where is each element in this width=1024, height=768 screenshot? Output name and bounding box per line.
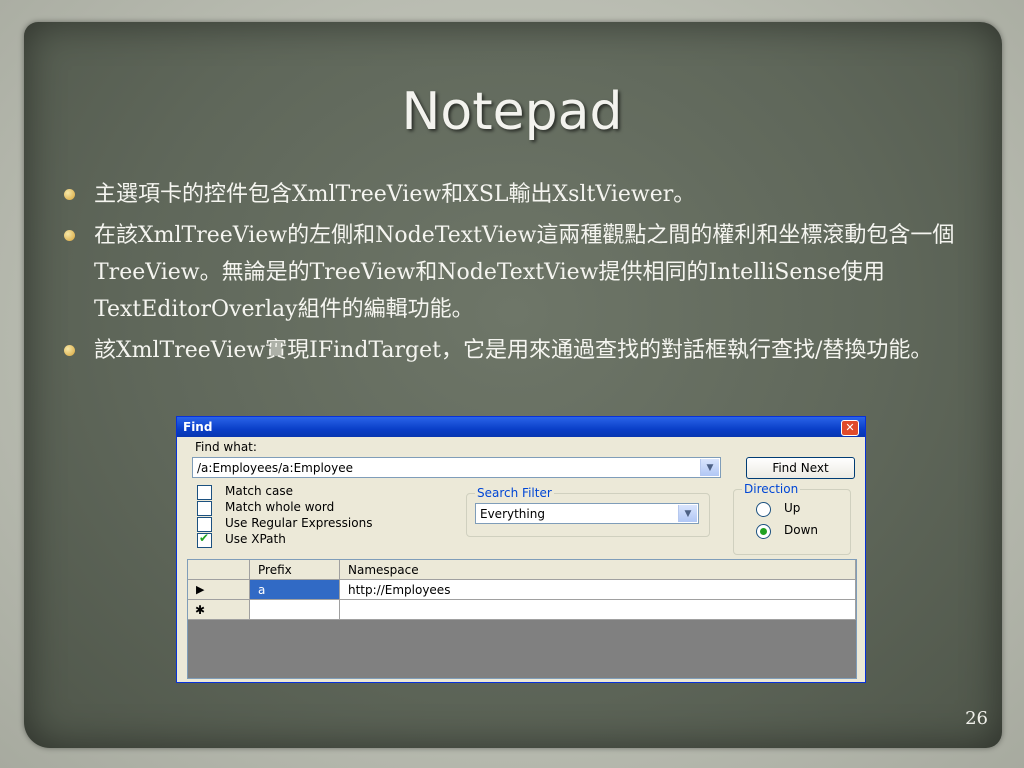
bullet-text: 該XmlTreeView實現IFindTarget，它是用來通過查找的對話框執行… — [94, 338, 933, 363]
bullet-text: 主選項卡的控件包含XmlTreeView和XSL輸出XsltViewer。 — [94, 182, 696, 207]
chevron-down-icon[interactable]: ▼ — [678, 505, 697, 522]
dialog-titlebar: Find ✕ — [177, 417, 865, 437]
bullet-item: 主選項卡的控件包含XmlTreeView和XSL輸出XsltViewer。 — [62, 176, 962, 213]
use-regex-checkbox[interactable] — [197, 517, 212, 532]
row-pointer-icon: ▶ — [196, 583, 205, 596]
find-dialog: Find ✕ Find what: /a:Employees/a:Employe… — [176, 416, 866, 683]
find-what-combo[interactable]: /a:Employees/a:Employee ▼ — [192, 457, 721, 478]
slide-title: Notepad — [401, 82, 623, 142]
checkmark-icon: ✔ — [199, 531, 210, 545]
find-what-value: /a:Employees/a:Employee — [197, 461, 353, 475]
use-xpath-label: Use XPath — [225, 532, 286, 546]
down-radio[interactable] — [756, 524, 771, 539]
namespace-grid: Prefix Namespace ▶ a http://Employees ✱ — [187, 559, 857, 679]
use-regex-label: Use Regular Expressions — [225, 516, 373, 530]
grid-cell-namespace[interactable]: http://Employees — [340, 580, 856, 600]
chevron-down-icon[interactable]: ▼ — [700, 459, 719, 476]
search-filter-value: Everything — [480, 507, 545, 521]
dialog-title: Find — [183, 420, 213, 434]
direction-title: Direction — [742, 482, 801, 496]
column-header-prefix[interactable]: Prefix — [250, 560, 340, 580]
bullet-dot-icon — [64, 189, 75, 200]
row-header[interactable]: ✱ — [188, 600, 250, 620]
bullet-dot-icon — [64, 230, 75, 241]
match-case-label: Match case — [225, 484, 294, 498]
new-row-icon: ✱ — [195, 603, 206, 617]
find-what-label: Find what: — [195, 440, 257, 454]
find-next-button[interactable]: Find Next — [746, 457, 855, 479]
search-filter-combo[interactable]: Everything ▼ — [475, 503, 699, 524]
match-whole-word-checkbox[interactable] — [197, 501, 212, 516]
bullet-list: 主選項卡的控件包含XmlTreeView和XSL輸出XsltViewer。 在該… — [62, 176, 962, 373]
close-icon[interactable]: ✕ — [841, 420, 859, 436]
up-radio[interactable] — [756, 502, 771, 517]
up-label: Up — [784, 501, 801, 515]
row-header[interactable]: ▶ — [188, 580, 250, 600]
search-filter-title: Search Filter — [475, 486, 554, 500]
bullet-item: 該XmlTreeView實現IFindTarget，它是用來通過查找的對話框執行… — [62, 332, 962, 369]
grid-cell-prefix[interactable]: a — [250, 580, 340, 600]
grid-cell-namespace[interactable] — [340, 600, 856, 620]
use-xpath-checkbox[interactable]: ✔ — [197, 531, 212, 548]
column-header-namespace[interactable]: Namespace — [340, 560, 856, 580]
down-label: Down — [784, 523, 819, 537]
match-case-checkbox[interactable] — [197, 485, 212, 500]
search-filter-group: Search Filter Everything ▼ — [466, 486, 710, 537]
bullet-dot-icon — [64, 345, 75, 356]
match-whole-word-label: Match whole word — [225, 500, 335, 514]
bullet-item: 在該XmlTreeView的左側和NodeTextView這兩種觀點之間的權利和… — [62, 217, 962, 328]
page-number: 26 — [965, 708, 988, 729]
bullet-text: 在該XmlTreeView的左側和NodeTextView這兩種觀點之間的權利和… — [94, 223, 955, 322]
radio-dot-icon — [760, 528, 767, 535]
direction-group: Direction Up Down — [733, 482, 851, 555]
grid-corner — [188, 560, 250, 580]
grid-cell-prefix[interactable] — [250, 600, 340, 620]
